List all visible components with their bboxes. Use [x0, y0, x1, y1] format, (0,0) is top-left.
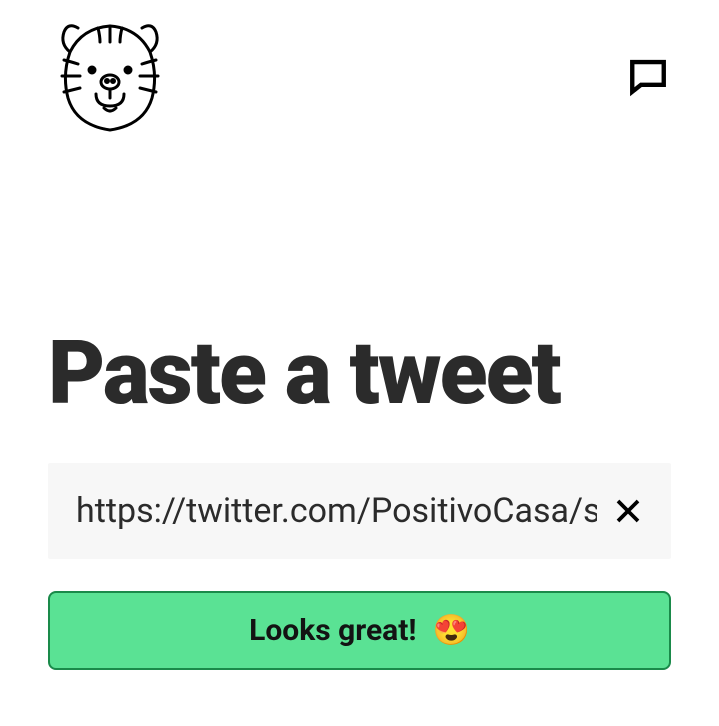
- page-heading: Paste a tweet: [48, 330, 671, 418]
- header: [0, 0, 719, 145]
- main-content: Paste a tweet Looks great! 😍: [0, 330, 719, 670]
- submit-button[interactable]: Looks great! 😍: [48, 591, 671, 670]
- tiger-logo[interactable]: [50, 10, 170, 135]
- heart-eyes-emoji: 😍: [433, 613, 470, 648]
- submit-button-label: Looks great!: [249, 613, 416, 648]
- clear-button[interactable]: [613, 496, 643, 526]
- chat-icon: [627, 55, 669, 97]
- tweet-url-input[interactable]: [76, 491, 597, 531]
- chat-button[interactable]: [627, 55, 669, 101]
- url-input-container: [48, 463, 671, 559]
- close-icon: [613, 496, 643, 526]
